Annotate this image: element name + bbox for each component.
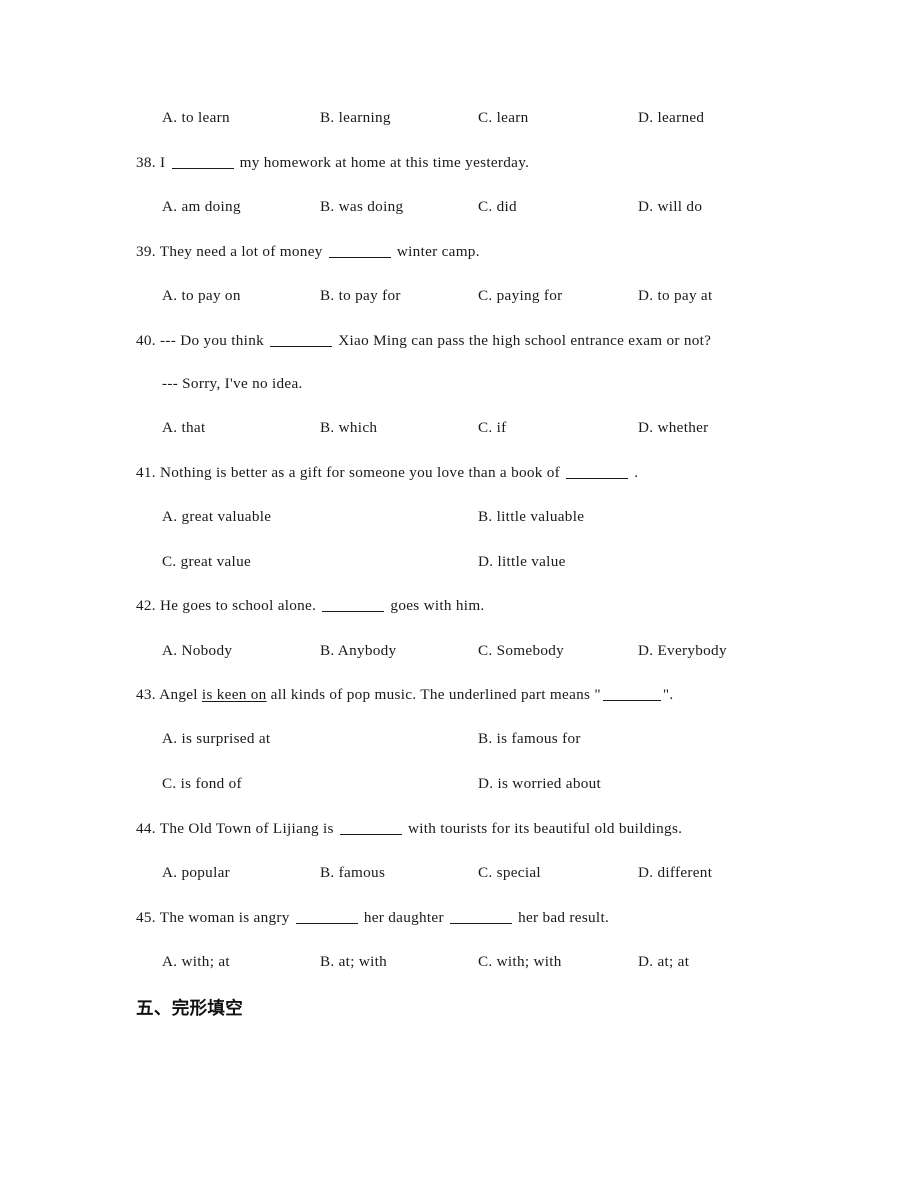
answer-option[interactable]: D. Everybody	[638, 641, 727, 661]
option-row: A. popular B. famous C. special D. differen…	[0, 863, 920, 885]
question-number: 42.	[136, 597, 156, 614]
answer-option[interactable]: D. will do	[638, 197, 702, 217]
answer-blank[interactable]	[449, 923, 512, 924]
answer-option[interactable]: C. paying for	[478, 286, 563, 306]
question-text-pre: Angel	[159, 686, 198, 703]
answer-option[interactable]: B. little valuable	[478, 507, 584, 527]
answer-option[interactable]: D. to pay at	[638, 286, 713, 306]
answer-option[interactable]: D. little value	[478, 552, 566, 572]
answer-option[interactable]: A. am doing	[162, 197, 241, 217]
question-number: 40.	[136, 332, 156, 349]
answer-blank[interactable]	[602, 700, 661, 701]
question-text-after: my homework at home at this time yesterd…	[239, 154, 530, 171]
question-number: 45.	[136, 909, 156, 926]
exam-page: A. to learn B. learning C. learn D. learned…	[0, 0, 920, 1191]
question-number: 38.	[136, 154, 156, 171]
answer-option[interactable]: A. to pay on	[162, 286, 241, 306]
option-row: A. that B. which C. if D. whether	[0, 418, 920, 440]
question-line: 43. Angel is keen on all kinds of pop mu…	[136, 685, 673, 705]
answer-option[interactable]: C. with; with	[478, 952, 562, 972]
answer-option[interactable]: B. was doing	[320, 197, 403, 217]
question-line: 40. --- Do you think Xiao Ming can pass …	[136, 331, 711, 351]
answer-option[interactable]: C. learn	[478, 108, 529, 128]
question-line: 42. He goes to school alone. goes with h…	[136, 596, 485, 616]
question-text-before: --- Do you think	[160, 332, 265, 349]
answer-option[interactable]: D. different	[638, 863, 712, 883]
section-heading: 五、完形填空	[136, 999, 244, 1019]
dialogue-reply-line: --- Sorry, I've no idea.	[162, 375, 303, 392]
answer-blank[interactable]	[566, 478, 629, 479]
question-text-after: .	[634, 464, 639, 481]
question-text-before: The woman is angry	[159, 909, 290, 926]
question-text-after: her bad result.	[518, 909, 610, 926]
question-text-after: winter camp.	[396, 243, 480, 260]
question-line: 41. Nothing is better as a gift for some…	[136, 463, 638, 483]
option-row: C. is fond of D. is worried about	[0, 774, 920, 796]
answer-option[interactable]: D. at; at	[638, 952, 689, 972]
answer-blank[interactable]	[322, 611, 385, 612]
answer-option[interactable]: B. famous	[320, 863, 385, 883]
option-row: A. Nobody B. Anybody C. Somebody D. Everybo…	[0, 641, 920, 663]
answer-blank[interactable]	[295, 923, 358, 924]
answer-option[interactable]: D. is worried about	[478, 774, 601, 794]
answer-option[interactable]: C. if	[478, 418, 507, 438]
question-line: 39. They need a lot of money winter camp…	[136, 242, 480, 262]
question-text-after: goes with him.	[390, 597, 485, 614]
answer-option[interactable]: A. Nobody	[162, 641, 232, 661]
answer-option[interactable]: A. with; at	[162, 952, 230, 972]
answer-option[interactable]: C. great value	[162, 552, 251, 572]
option-row: A. to learn B. learning C. learn D. learned	[0, 108, 920, 130]
answer-option[interactable]: C. is fond of	[162, 774, 242, 794]
answer-option[interactable]: C. special	[478, 863, 541, 883]
question-text-before: I	[160, 154, 166, 171]
answer-option[interactable]: B. is famous for	[478, 729, 581, 749]
answer-option[interactable]: A. to learn	[162, 108, 230, 128]
option-row: A. to pay on B. to pay for C. paying for D.…	[0, 286, 920, 308]
answer-option[interactable]: A. is surprised at	[162, 729, 270, 749]
question-number: 39.	[136, 243, 156, 260]
question-text-before: Nothing is better as a gift for someone …	[160, 464, 561, 481]
option-row: A. with; at B. at; with C. with; with D. at…	[0, 952, 920, 974]
question-text-after: Xiao Ming can pass the high school entra…	[338, 332, 712, 349]
answer-blank[interactable]	[339, 834, 402, 835]
question-text-post: ".	[662, 686, 674, 703]
option-row: A. is surprised at B. is famous for	[0, 729, 920, 751]
question-line: 45. The woman is angry her daughter her …	[136, 908, 609, 928]
answer-blank[interactable]	[171, 168, 234, 169]
option-row: C. great value D. little value	[0, 552, 920, 574]
answer-blank[interactable]	[328, 257, 391, 258]
answer-option[interactable]: B. to pay for	[320, 286, 401, 306]
question-line: 44. The Old Town of Lijiang is with tour…	[136, 819, 682, 839]
option-row: A. great valuable B. little valuable	[0, 507, 920, 529]
answer-option[interactable]: A. great valuable	[162, 507, 271, 527]
answer-option[interactable]: D. whether	[638, 418, 709, 438]
question-text-before: The Old Town of Lijiang is	[159, 820, 334, 837]
answer-option[interactable]: A. popular	[162, 863, 230, 883]
answer-option[interactable]: B. at; with	[320, 952, 387, 972]
answer-option[interactable]: B. which	[320, 418, 377, 438]
underlined-phrase: is keen on	[201, 686, 267, 703]
question-number: 43.	[136, 686, 156, 703]
answer-option[interactable]: B. learning	[320, 108, 391, 128]
answer-option[interactable]: C. did	[478, 197, 517, 217]
answer-blank[interactable]	[270, 346, 333, 347]
answer-option[interactable]: C. Somebody	[478, 641, 564, 661]
question-number: 41.	[136, 464, 156, 481]
question-text-mid: all kinds of pop music. The underlined p…	[270, 686, 601, 703]
option-row: A. am doing B. was doing C. did D. will do	[0, 197, 920, 219]
question-text-middle: her daughter	[363, 909, 444, 926]
question-text-after: with tourists for its beautiful old buil…	[407, 820, 683, 837]
answer-option[interactable]: D. learned	[638, 108, 704, 128]
answer-option[interactable]: A. that	[162, 418, 205, 438]
answer-option[interactable]: B. Anybody	[320, 641, 396, 661]
question-line: 38. I my homework at home at this time y…	[136, 153, 529, 173]
question-text-before: They need a lot of money	[159, 243, 323, 260]
question-text-before: He goes to school alone.	[160, 597, 317, 614]
question-number: 44.	[136, 820, 156, 837]
